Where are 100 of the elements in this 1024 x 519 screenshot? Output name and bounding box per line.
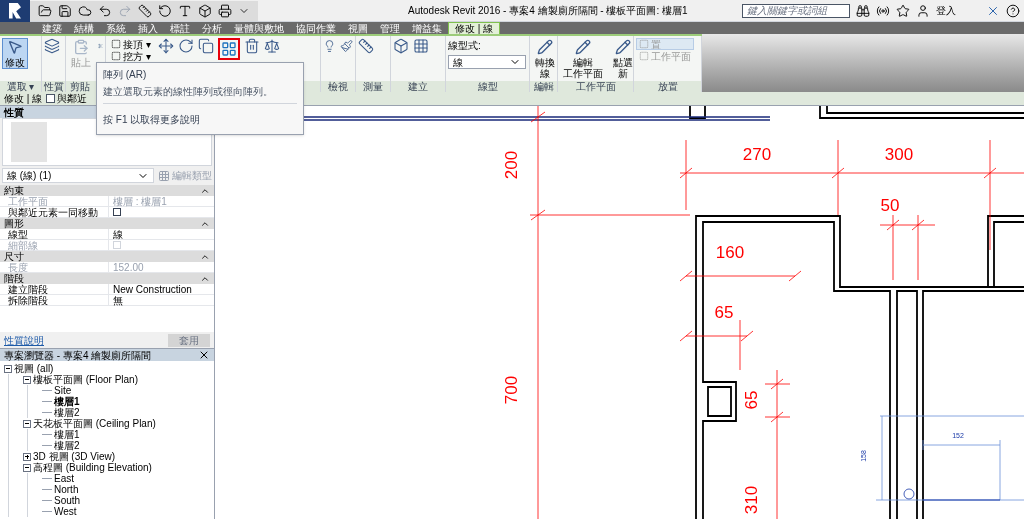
ribbon-tab[interactable]: 協同作業 (290, 23, 342, 34)
close-icon[interactable] (198, 349, 210, 361)
dimension-label[interactable]: 270 (742, 145, 772, 164)
paintbrush-icon[interactable] (340, 38, 353, 54)
collapse-icon[interactable] (23, 375, 31, 384)
tree-item[interactable]: 樓板平面圖 (Floor Plan) (33, 374, 138, 385)
apply-button[interactable]: 套用 (168, 333, 210, 347)
dimension-label[interactable]: 700 (502, 375, 521, 405)
rotate-icon[interactable] (177, 38, 194, 54)
ribbon-tab[interactable]: 插入 (132, 23, 164, 34)
dimension-label[interactable]: 200 (502, 150, 521, 180)
property-value[interactable]: New Construction (109, 284, 192, 294)
grid-icon[interactable] (413, 38, 429, 54)
wall-drawing[interactable] (689, 106, 1024, 519)
tree-item[interactable]: North (54, 484, 79, 495)
tree-item[interactable]: 樓層2 (54, 440, 80, 451)
ribbon-button[interactable]: 轉換 線 (532, 38, 557, 80)
scale-icon[interactable] (263, 38, 280, 54)
application-menu-button[interactable] (0, 0, 30, 22)
dimension-label[interactable]: 310 (742, 485, 761, 515)
ribbon-tab[interactable]: 修改 | 線 (448, 22, 501, 34)
ribbon-tab[interactable]: 增益集 (406, 23, 448, 34)
ruler-icon[interactable] (358, 38, 374, 54)
dimension-label[interactable]: 160 (715, 243, 745, 262)
lightbulb-icon[interactable] (323, 38, 336, 54)
line-style-dropdown[interactable]: 線 (448, 55, 526, 69)
panel-label: 檢視 (328, 81, 348, 92)
binoculars-icon[interactable] (856, 3, 870, 18)
collapse-icon[interactable] (4, 364, 12, 373)
search-field[interactable]: 鍵入關鍵字或詞組 (742, 3, 850, 18)
dimension-label[interactable]: 50 (880, 196, 900, 215)
tool-icon (639, 51, 649, 61)
properties-help-link[interactable]: 性質說明 (4, 332, 44, 348)
tree-item[interactable]: South (54, 495, 81, 506)
tree-item[interactable]: East (54, 473, 74, 484)
move-icon[interactable] (157, 38, 174, 54)
star-icon[interactable] (896, 3, 910, 18)
panel-title: 專案瀏覽器 - 專案4 繪製廁所隔間 (4, 349, 152, 361)
sync-icon[interactable] (158, 3, 172, 18)
ribbon-tab[interactable]: 分析 (196, 23, 228, 34)
checkbox[interactable] (113, 208, 121, 216)
cloud-icon[interactable] (78, 3, 92, 18)
ribbon-tab[interactable]: 標註 (164, 23, 196, 34)
tree-item[interactable]: 天花板平面圖 (Ceiling Plan) (33, 418, 156, 429)
ribbon-button[interactable]: 接頂 ▾ (108, 38, 154, 50)
paste-icon (73, 39, 89, 55)
save-icon[interactable] (58, 3, 72, 18)
panel-label[interactable]: 選取 ▾ (6, 81, 35, 92)
ribbon-tab[interactable]: 系統 (100, 23, 132, 34)
delete-icon[interactable] (243, 38, 260, 54)
group-header: 階段 (4, 273, 24, 284)
ribbon-button[interactable]: 挖方 ▾ (108, 50, 154, 62)
box-icon[interactable] (393, 38, 409, 54)
tree-item[interactable]: 樓層1 (54, 396, 80, 407)
panel-label: 工作平面 (575, 81, 616, 92)
ribbon-tab[interactable]: 視圖 (342, 23, 374, 34)
ribbon-button[interactable]: 編輯 工作平面 (560, 38, 606, 80)
help-icon[interactable] (1006, 3, 1020, 18)
panel-label: 放置 (657, 81, 678, 92)
collapse-icon[interactable] (23, 419, 31, 428)
tree-item[interactable]: Site (54, 385, 72, 396)
ribbon-button[interactable]: 點選 新 (610, 38, 633, 80)
dimension-label[interactable]: 300 (884, 145, 914, 164)
line-style-label: 線型式: (448, 39, 482, 53)
undo-icon[interactable] (98, 3, 112, 18)
tree-item[interactable]: 高程圖 (Building Elevation) (33, 462, 152, 473)
ribbon-tab[interactable]: 管理 (374, 23, 406, 34)
ribbon-button[interactable]: 修改 (2, 38, 28, 69)
array-button[interactable] (217, 38, 240, 60)
collapse-icon[interactable] (23, 463, 31, 472)
panel-label: 剪貼 (70, 81, 90, 92)
tool-icon (111, 51, 121, 61)
sign-in-link[interactable]: 登入 (936, 3, 956, 18)
copy-icon[interactable] (197, 38, 214, 54)
user-icon[interactable] (916, 3, 930, 18)
ribbon-tab[interactable]: 結構 (68, 23, 100, 34)
3d-view-icon[interactable] (198, 3, 212, 18)
dimension-label[interactable]: 65 (714, 303, 734, 322)
property-value[interactable]: 線 (109, 229, 123, 239)
tree-item[interactable]: 視圖 (all) (14, 363, 54, 374)
type-selector[interactable]: 線 (線) (1) (2, 168, 154, 183)
ribbon-tab[interactable]: 建築 (36, 23, 68, 34)
tree-item[interactable]: 樓層1 (54, 429, 80, 440)
pencil-icon (615, 39, 631, 55)
pointer-icon (7, 39, 23, 55)
checkbox[interactable] (46, 94, 56, 103)
property-value[interactable]: 無 (109, 295, 123, 305)
open-icon[interactable] (38, 3, 52, 18)
tree-item[interactable]: 3D 視圖 (3D View) (33, 451, 116, 462)
tree-item[interactable]: 樓層2 (54, 407, 80, 418)
measure-icon[interactable] (138, 3, 152, 18)
array-icon (220, 41, 237, 57)
text-icon[interactable] (178, 3, 192, 18)
properties-icon[interactable] (44, 38, 60, 54)
print-icon[interactable] (218, 3, 232, 18)
ribbon-tab[interactable]: 量體與敷地 (228, 23, 290, 34)
group-header: 約束 (4, 185, 24, 196)
expand-icon[interactable] (23, 452, 31, 461)
tree-item[interactable]: West (54, 506, 77, 517)
dimension-label[interactable]: 65 (742, 390, 761, 410)
